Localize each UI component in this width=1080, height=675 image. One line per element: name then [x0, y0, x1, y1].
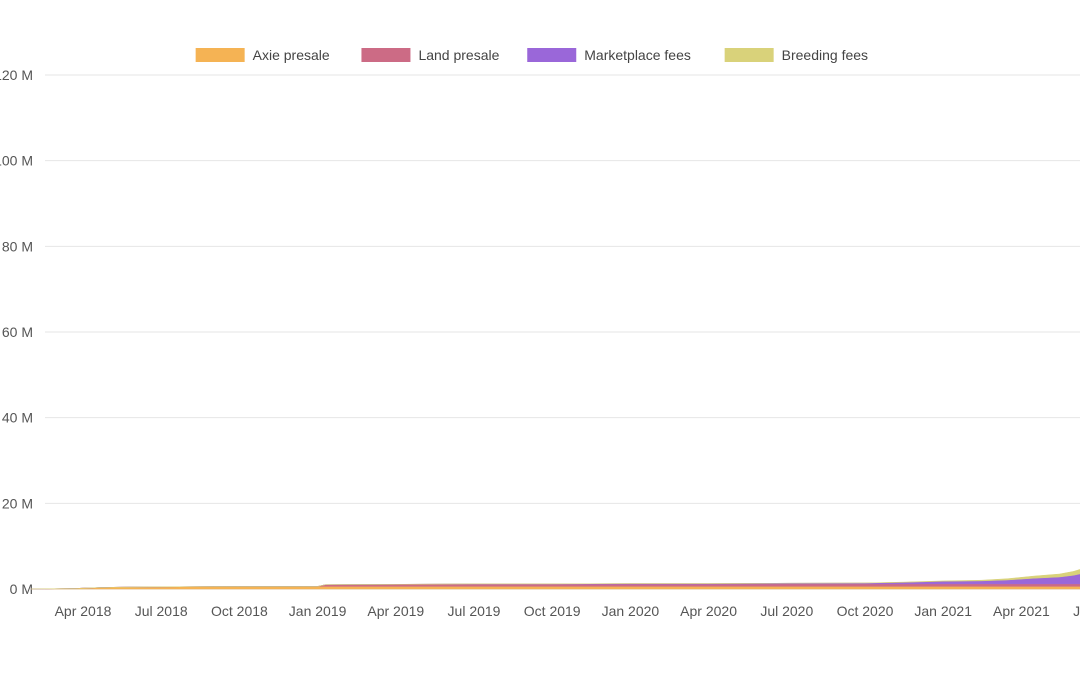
x-tick-label: Apr 2019: [367, 603, 424, 619]
y-tick-label: 80 M: [2, 238, 33, 254]
legend-label: Breeding fees: [782, 47, 868, 63]
legend-swatch: [724, 48, 774, 62]
y-tick-label: 120 M: [0, 67, 33, 83]
x-tick-label: Jul 2020: [760, 603, 813, 619]
area-series: [30, 569, 1080, 590]
x-tick-label: Apr 2021: [993, 603, 1050, 619]
x-tick-label: Apr 2020: [680, 603, 737, 619]
x-tick-label: Jul 2021: [1073, 603, 1080, 619]
x-tick-label: Jul 2019: [448, 603, 501, 619]
y-tick-label: 60 M: [2, 324, 33, 340]
legend-item[interactable]: Breeding fees: [724, 47, 868, 63]
y-tick-label: 0 M: [10, 581, 33, 597]
revenue-area-chart: Axie presale Land presale Marketplace fees…: [0, 47, 1080, 619]
y-axis: 0 M 20 M 40 M 60 M 80 M 100 M 120 M: [0, 67, 33, 597]
x-tick-label: Oct 2018: [211, 603, 268, 619]
x-tick-label: Jan 2021: [914, 603, 972, 619]
y-tick-label: 20 M: [2, 495, 33, 511]
legend-item[interactable]: Axie presale: [195, 47, 330, 63]
legend-label: Marketplace fees: [584, 47, 691, 63]
legend: Axie presale Land presale Marketplace fees…: [195, 47, 868, 63]
legend-swatch: [361, 48, 411, 62]
grid-lines: [45, 74, 1080, 590]
legend-label: Axie presale: [253, 47, 330, 63]
x-tick-label: Apr 2018: [55, 603, 112, 619]
legend-item[interactable]: Land presale: [361, 47, 500, 63]
x-tick-label: Jan 2020: [602, 603, 660, 619]
legend-item[interactable]: Marketplace fees: [527, 47, 691, 63]
x-tick-label: Oct 2019: [524, 603, 581, 619]
legend-swatch: [527, 48, 577, 62]
legend-swatch: [195, 48, 245, 62]
legend-label: Land presale: [418, 47, 499, 63]
x-tick-label: Oct 2020: [837, 603, 894, 619]
x-tick-label: Jul 2018: [135, 603, 188, 619]
y-tick-label: 40 M: [2, 410, 33, 426]
x-tick-label: Jan 2019: [289, 603, 347, 619]
y-tick-label: 100 M: [0, 153, 33, 169]
x-axis: Apr 2018 Jul 2018 Oct 2018 Jan 2019 Apr 2019…: [55, 603, 1080, 619]
